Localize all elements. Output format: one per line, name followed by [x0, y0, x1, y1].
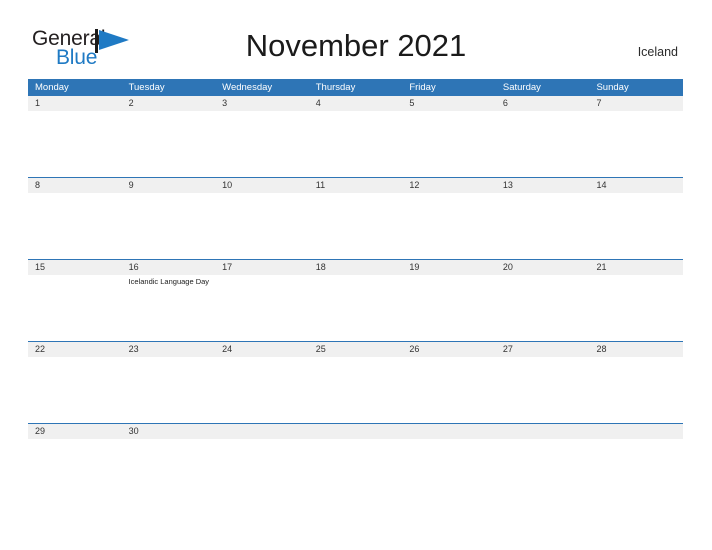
locale-label: Iceland [637, 45, 678, 59]
day-number[interactable] [589, 424, 683, 439]
day-number[interactable]: 7 [589, 96, 683, 111]
day-number[interactable]: 8 [28, 178, 122, 193]
day-cell[interactable] [589, 275, 683, 341]
weekday-header-cell: Wednesday [222, 82, 273, 93]
page-header: General Blue November 2021 Iceland [0, 0, 712, 69]
day-number[interactable]: 5 [402, 96, 496, 111]
week-body [28, 193, 683, 259]
day-number[interactable]: 10 [215, 178, 309, 193]
day-number[interactable]: 25 [309, 342, 403, 357]
calendar-week-row: 1234567 [28, 96, 683, 177]
day-cell[interactable] [122, 193, 216, 259]
weekday-header-cell: Friday [409, 82, 436, 93]
day-cell[interactable] [589, 111, 683, 177]
day-cell[interactable] [309, 275, 403, 341]
weekday-header-cell: Saturday [502, 82, 541, 93]
day-number[interactable]: 30 [122, 424, 216, 439]
calendar-grid: Monday Tuesday Wednesday Thursday Friday Satu… [28, 79, 683, 439]
day-number[interactable]: 4 [309, 96, 403, 111]
day-number[interactable]: 19 [402, 260, 496, 275]
day-number[interactable]: 14 [589, 178, 683, 193]
day-number[interactable] [402, 424, 496, 439]
calendar-week-row: 22 23 24 25 26 27 28 [28, 341, 683, 423]
calendar-week-row: 15 16 17 18 19 20 21 Icelandic Language Day [28, 259, 683, 341]
day-number[interactable]: 13 [496, 178, 590, 193]
week-body [28, 357, 683, 423]
day-number[interactable]: 21 [589, 260, 683, 275]
day-cell[interactable] [309, 193, 403, 259]
weekday-header-cell: Sunday [596, 82, 629, 93]
day-cell[interactable] [28, 193, 122, 259]
page-title: November 2021 [245, 28, 467, 63]
day-number[interactable] [309, 424, 403, 439]
calendar-week-row: 29 30 [28, 423, 683, 439]
day-number[interactable]: 28 [589, 342, 683, 357]
week-number-band: 15 16 17 18 19 20 21 [28, 260, 683, 275]
day-number[interactable] [496, 424, 590, 439]
day-number[interactable]: 18 [309, 260, 403, 275]
day-cell[interactable] [402, 111, 496, 177]
week-number-band: 1234567 [28, 96, 683, 111]
calendar-weekday-header: Monday Tuesday Wednesday Thursday Friday Satu… [28, 79, 683, 96]
day-number[interactable]: 1 [28, 96, 122, 111]
week-number-band: 29 30 [28, 424, 683, 439]
day-number[interactable]: 29 [28, 424, 122, 439]
week-body [28, 111, 683, 177]
calendar-weeks: 1 2 3 4 5 6 7 8 9 10 11 12 13 14 15 16 17 18 19 20 21 Iceland… [28, 96, 683, 439]
day-number[interactable] [215, 424, 309, 439]
day-number[interactable]: 15 [28, 260, 122, 275]
day-cell[interactable] [402, 357, 496, 423]
day-cell[interactable] [402, 193, 496, 259]
weekday-header-cell: Thursday [315, 82, 356, 93]
day-cell[interactable] [28, 275, 122, 341]
week-body: Icelandic Language Day [28, 275, 683, 341]
day-number[interactable]: 2 [122, 96, 216, 111]
day-number[interactable]: 11 [309, 178, 403, 193]
day-number[interactable]: 16 [122, 260, 216, 275]
day-number[interactable]: 22 [28, 342, 122, 357]
day-cell[interactable] [122, 357, 216, 423]
day-number[interactable]: 27 [496, 342, 590, 357]
day-cell[interactable] [215, 111, 309, 177]
weekday-header-cell: Monday [35, 82, 69, 93]
day-cell[interactable] [28, 111, 122, 177]
day-cell[interactable] [402, 275, 496, 341]
day-number[interactable]: 20 [496, 260, 590, 275]
day-cell[interactable] [309, 357, 403, 423]
day-cell[interactable] [215, 275, 309, 341]
day-number[interactable]: 6 [496, 96, 590, 111]
day-cell[interactable] [589, 193, 683, 259]
day-cell[interactable] [496, 357, 590, 423]
day-number[interactable]: 26 [402, 342, 496, 357]
day-cell[interactable] [496, 193, 590, 259]
day-number[interactable]: 9 [122, 178, 216, 193]
day-cell[interactable] [309, 111, 403, 177]
weekday-header-cell: Tuesday [128, 82, 165, 93]
day-number[interactable]: 17 [215, 260, 309, 275]
calendar-week-row: 8 9 10 11 12 13 14 [28, 177, 683, 259]
week-number-band: 22 23 24 25 26 27 28 [28, 342, 683, 357]
day-event: Icelandic Language Day [128, 277, 210, 286]
day-cell[interactable] [215, 193, 309, 259]
day-cell[interactable]: Icelandic Language Day [122, 275, 216, 341]
day-cell[interactable] [589, 357, 683, 423]
day-number[interactable]: 3 [215, 96, 309, 111]
day-cell[interactable] [122, 111, 216, 177]
day-cell[interactable] [28, 357, 122, 423]
day-cell[interactable] [496, 275, 590, 341]
day-cell[interactable] [215, 357, 309, 423]
week-number-band: 8 9 10 11 12 13 14 [28, 178, 683, 193]
day-number[interactable]: 23 [122, 342, 216, 357]
day-number[interactable]: 24 [215, 342, 309, 357]
day-number[interactable]: 12 [402, 178, 496, 193]
day-cell[interactable] [496, 111, 590, 177]
